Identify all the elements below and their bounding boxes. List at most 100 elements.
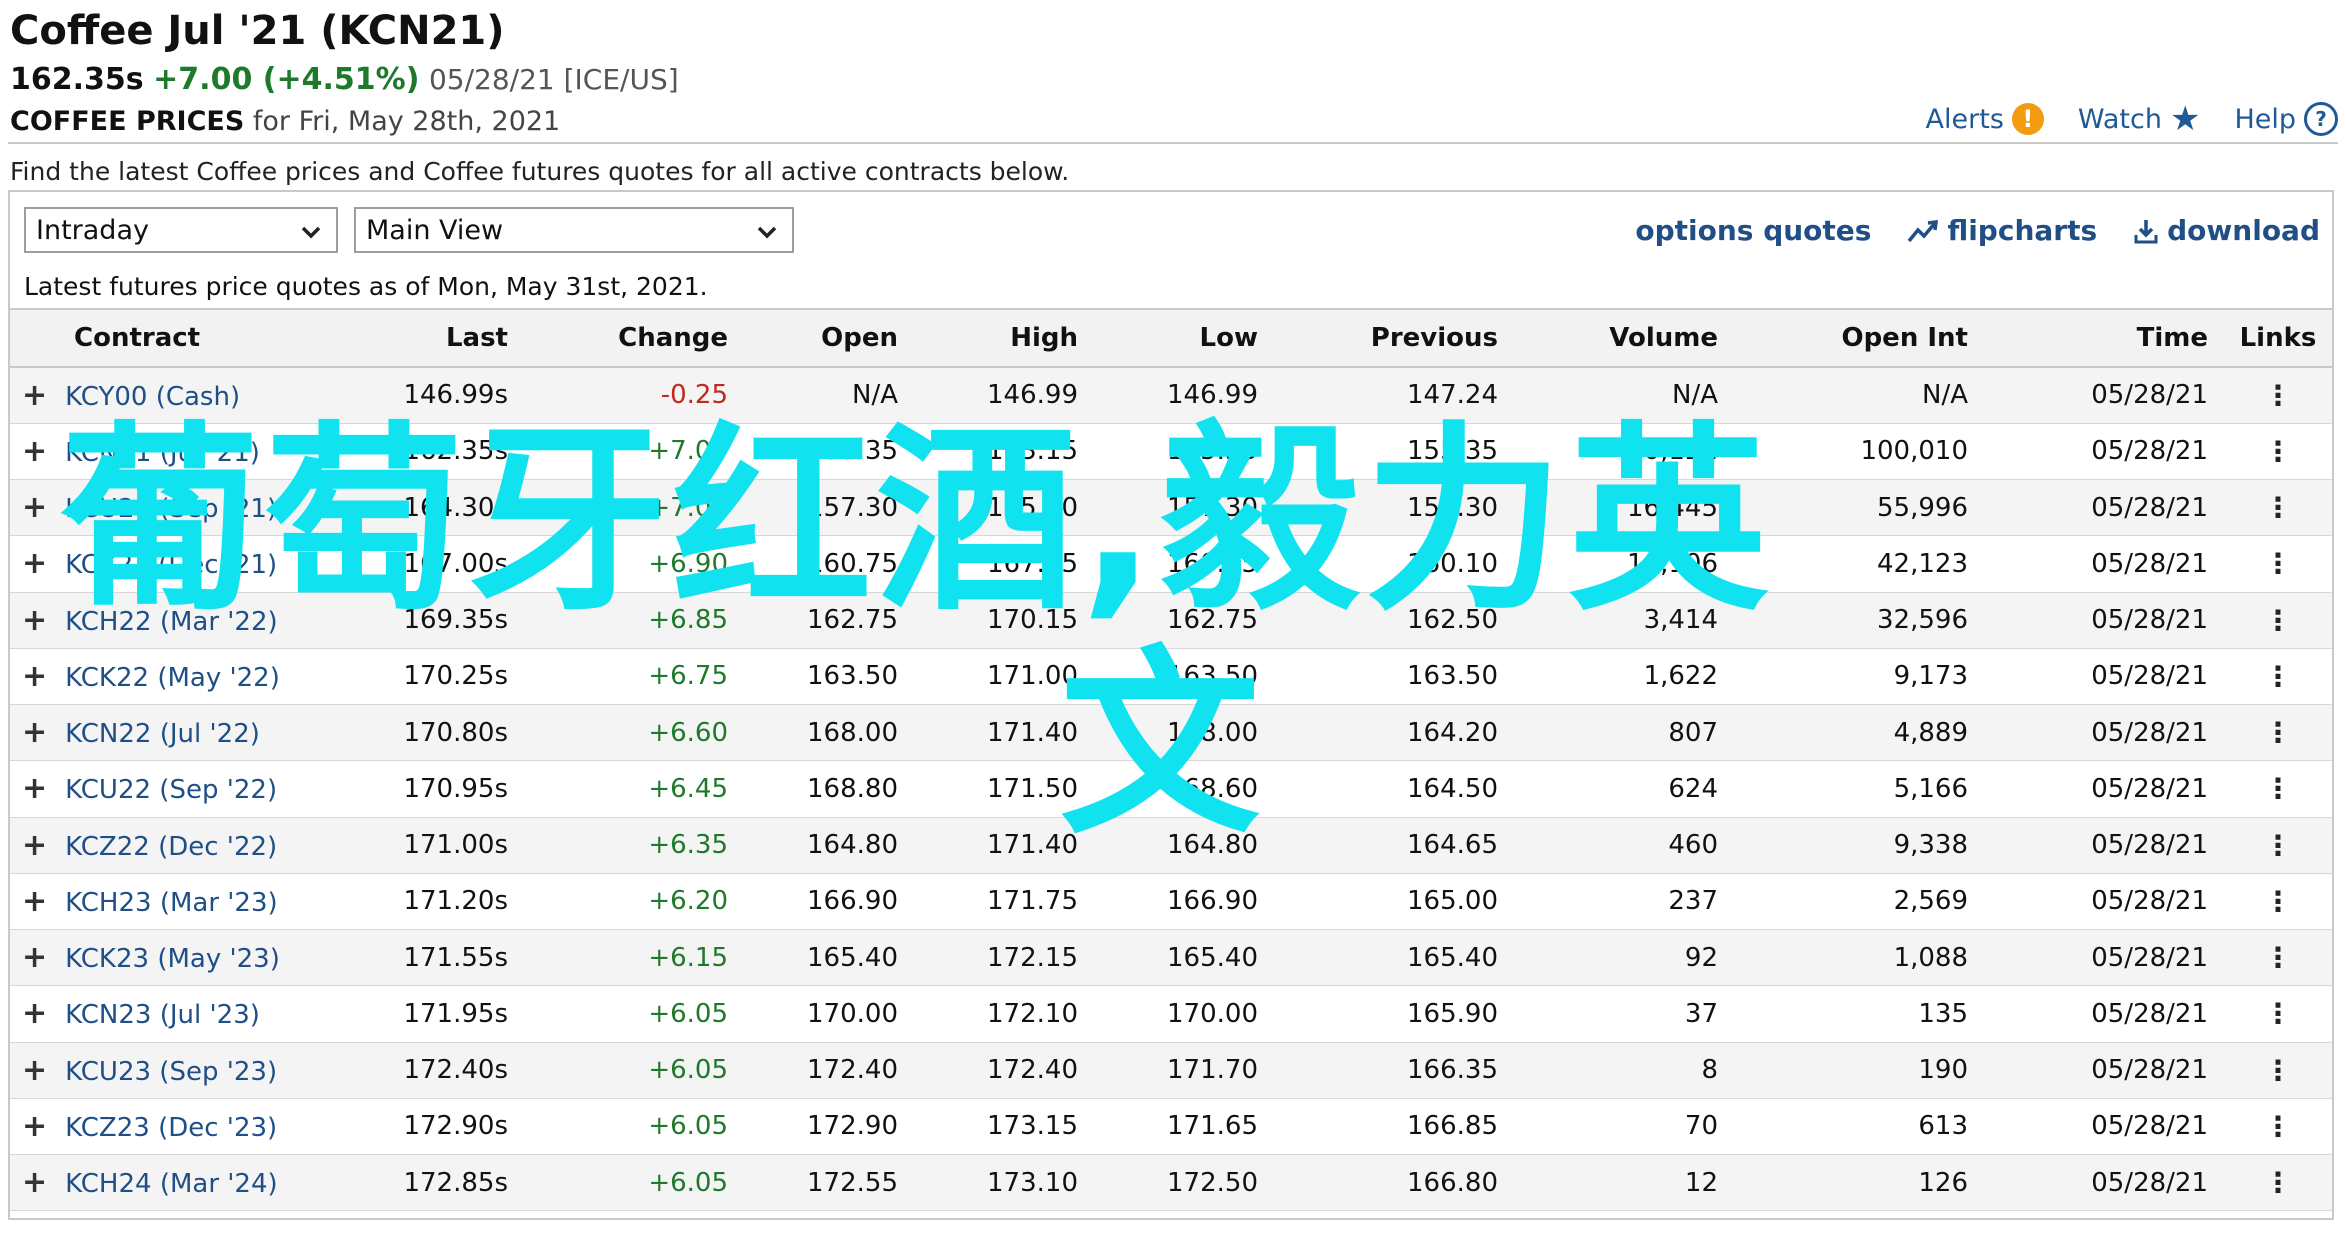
table-header-row: Contract Last Change Open High Low Previ… [10, 308, 2332, 368]
help-link[interactable]: Help ? [2234, 102, 2338, 136]
top-links: Alerts ! Watch ★ Help ? [1926, 102, 2338, 136]
table-row: + KCK22 (May '22) 170.25s +6.75 163.50 171.00… [10, 648, 2332, 705]
more-options-icon[interactable]: ⋮ [2264, 1054, 2292, 1087]
expand-plus-icon[interactable]: + [22, 940, 47, 975]
cell-open-int: N/A [1922, 380, 1968, 411]
contract-link[interactable]: KCZ22 (Dec '22) [65, 832, 277, 862]
cell-links: ⋮ [2220, 648, 2332, 704]
col-header-open-int[interactable]: Open Int [1730, 308, 1980, 368]
more-options-icon[interactable]: ⋮ [2264, 997, 2292, 1030]
flipcharts-label: flipcharts [1947, 214, 2098, 247]
download-link[interactable]: download [2133, 214, 2320, 247]
contract-link[interactable]: KCU23 (Sep '23) [65, 1057, 277, 1087]
cell-open-int: 1,088 [1893, 942, 1968, 973]
col-header-contract[interactable]: Contract [10, 308, 340, 368]
contract-link[interactable]: KCY00 (Cash) [65, 382, 240, 412]
interval-select[interactable]: Intraday [24, 207, 338, 253]
expand-plus-icon[interactable]: + [22, 828, 47, 863]
alerts-link[interactable]: Alerts ! [1926, 102, 2044, 136]
expand-plus-icon[interactable]: + [22, 1165, 47, 1200]
cell-previous: 147.24 [1407, 380, 1498, 411]
cell-time: 05/28/21 [2091, 717, 2208, 748]
table-row: + KCU21 (Sep '21) 164.30s +7.00 157.30 165.10… [10, 479, 2332, 536]
col-header-low[interactable]: Low [1090, 308, 1270, 368]
expand-plus-icon[interactable]: + [22, 603, 47, 638]
expand-plus-icon[interactable]: + [22, 715, 47, 750]
cell-low: 163.50 [1167, 661, 1258, 692]
more-options-icon[interactable]: ⋮ [2264, 379, 2292, 412]
expand-plus-icon[interactable]: + [22, 1109, 47, 1144]
contract-link[interactable]: KCU21 (Sep '21) [65, 494, 277, 524]
cell-open: 162.75 [807, 605, 898, 636]
col-header-last[interactable]: Last [340, 308, 520, 368]
cell-last: 171.00s [403, 830, 508, 861]
expand-plus-icon[interactable]: + [22, 1053, 47, 1088]
cell-links: ⋮ [2220, 930, 2332, 986]
contract-link[interactable]: KCH24 (Mar '24) [65, 1169, 278, 1199]
expand-plus-icon[interactable]: + [22, 546, 47, 581]
col-header-open[interactable]: Open [740, 308, 910, 368]
col-header-high[interactable]: High [910, 308, 1090, 368]
more-options-icon[interactable]: ⋮ [2264, 885, 2292, 918]
expand-plus-icon[interactable]: + [22, 490, 47, 525]
cell-high: 172.40 [987, 1055, 1078, 1086]
more-options-icon[interactable]: ⋮ [2264, 772, 2292, 805]
more-options-icon[interactable]: ⋮ [2264, 1110, 2292, 1143]
more-options-icon[interactable]: ⋮ [2264, 660, 2292, 693]
contract-link[interactable]: KCH23 (Mar '23) [65, 888, 278, 918]
watch-link[interactable]: Watch ★ [2078, 102, 2201, 136]
cell-volume: 1,622 [1643, 661, 1718, 692]
view-value: Main View [366, 214, 504, 246]
expand-plus-icon[interactable]: + [22, 434, 47, 469]
cell-high: 165.10 [987, 492, 1078, 523]
cell-open: 164.80 [807, 830, 898, 861]
cell-previous: 155.35 [1407, 436, 1498, 467]
view-select[interactable]: Main View [354, 207, 794, 253]
cell-volume: 237 [1668, 886, 1718, 917]
flipcharts-link[interactable]: flipcharts [1907, 214, 2097, 247]
more-options-icon[interactable]: ⋮ [2264, 435, 2292, 468]
col-header-previous[interactable]: Previous [1270, 308, 1510, 368]
expand-plus-icon[interactable]: + [22, 884, 47, 919]
more-options-icon[interactable]: ⋮ [2264, 1166, 2292, 1199]
cell-low: 170.00 [1167, 998, 1258, 1029]
expand-plus-icon[interactable]: + [22, 659, 47, 694]
more-options-icon[interactable]: ⋮ [2264, 829, 2292, 862]
more-options-icon[interactable]: ⋮ [2264, 547, 2292, 580]
more-options-icon[interactable]: ⋮ [2264, 941, 2292, 974]
more-options-icon[interactable]: ⋮ [2264, 716, 2292, 749]
cell-time: 05/28/21 [2091, 548, 2208, 579]
col-header-change[interactable]: Change [520, 308, 740, 368]
col-header-volume[interactable]: Volume [1510, 308, 1730, 368]
price-change: +7.00 (+4.51%) [153, 62, 420, 97]
cell-low: 160.75 [1167, 548, 1258, 579]
contract-link[interactable]: KCK22 (May '22) [65, 663, 280, 693]
expand-plus-icon[interactable]: + [22, 771, 47, 806]
cell-contract: + KCH24 (Mar '24) [10, 1155, 340, 1211]
contract-link[interactable]: KCZ21 (Dec '21) [65, 550, 277, 580]
contract-link[interactable]: KCZ23 (Dec '23) [65, 1113, 277, 1143]
cell-links: ⋮ [2220, 480, 2332, 536]
cell-change: +7.00 [648, 492, 728, 523]
more-options-icon[interactable]: ⋮ [2264, 491, 2292, 524]
table-row: + KCZ21 (Dec '21) 167.00s +6.90 160.75 167.85… [10, 536, 2332, 592]
cell-change: +6.05 [648, 1167, 728, 1198]
options-quotes-link[interactable]: options quotes [1635, 214, 1871, 247]
expand-plus-icon[interactable]: + [22, 378, 47, 413]
download-icon [2134, 219, 2158, 243]
more-options-icon[interactable]: ⋮ [2264, 604, 2292, 637]
cell-time: 05/28/21 [2091, 773, 2208, 804]
col-header-time[interactable]: Time [1980, 308, 2220, 368]
contract-link[interactable]: KCH22 (Mar '22) [65, 607, 278, 637]
quote-date-exchange: 05/28/21 [ICE/US] [428, 63, 679, 96]
contract-link[interactable]: KCK23 (May '23) [65, 944, 280, 974]
cell-links: ⋮ [2220, 817, 2332, 873]
table-row: + KCU22 (Sep '22) 170.95s +6.45 168.80 171.50… [10, 761, 2332, 817]
expand-plus-icon[interactable]: + [22, 996, 47, 1031]
contract-link[interactable]: KCN22 (Jul '22) [65, 719, 260, 749]
contract-link[interactable]: KCN23 (Jul '23) [65, 1000, 260, 1030]
cell-volume: 10,106 [1627, 548, 1718, 579]
cell-previous: 166.85 [1407, 1111, 1498, 1142]
contract-link[interactable]: KCU22 (Sep '22) [65, 775, 277, 805]
contract-link[interactable]: KCN21 (Jul '21) [65, 438, 260, 468]
